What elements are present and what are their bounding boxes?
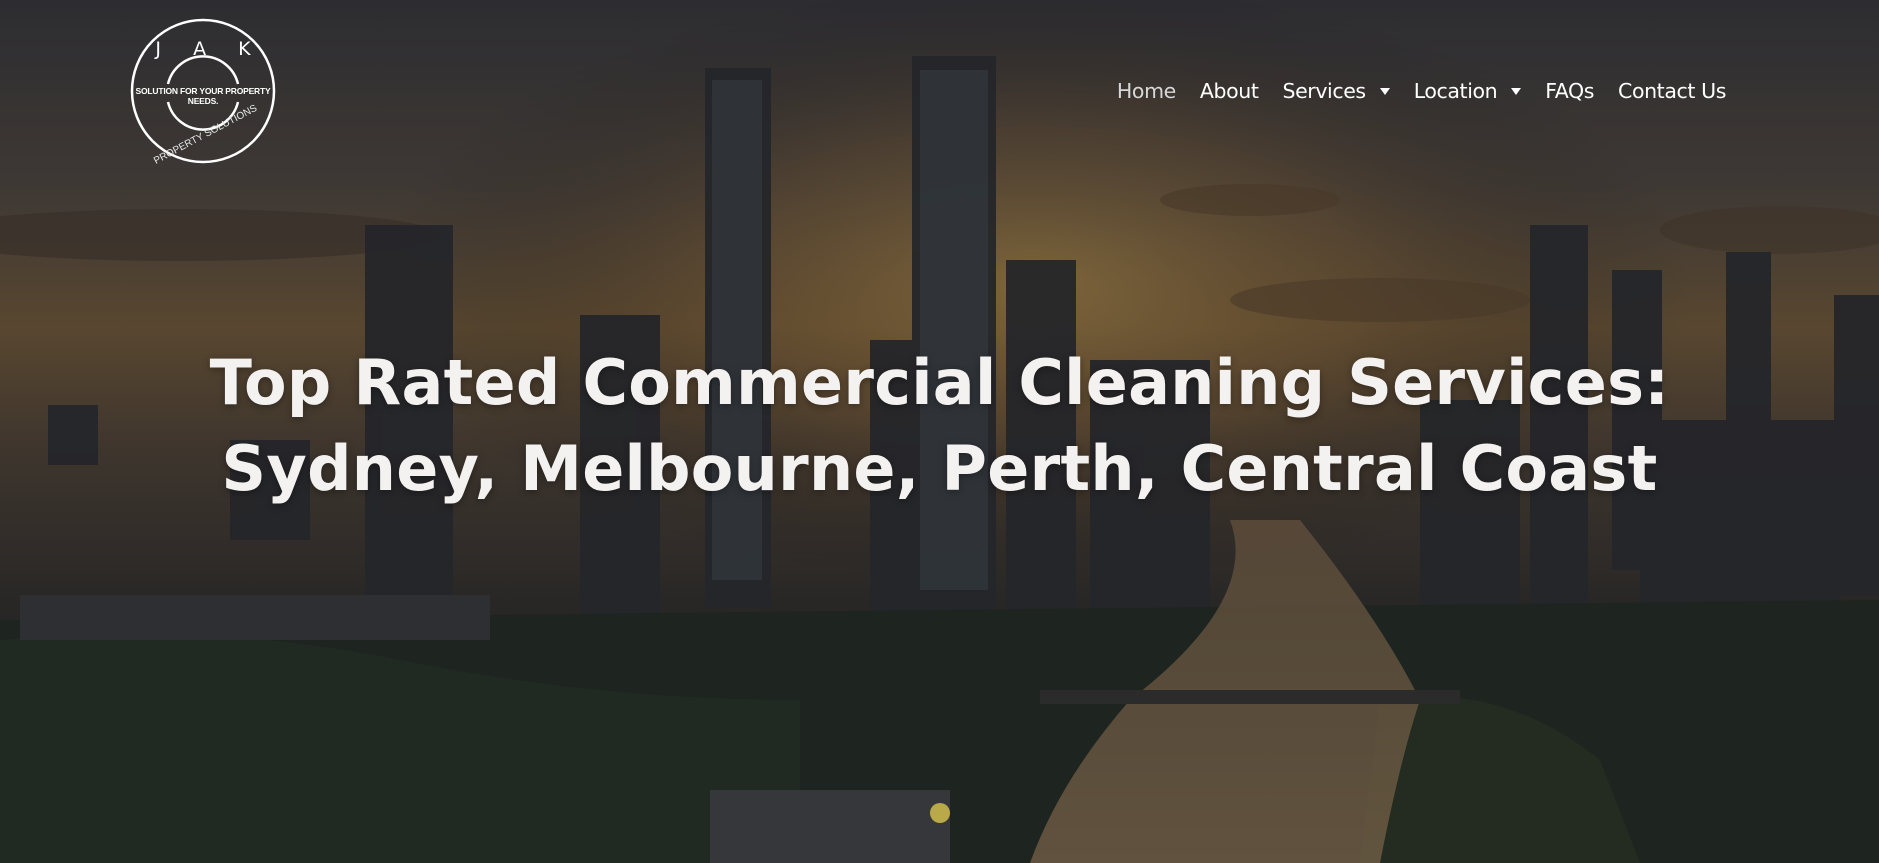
nav-item-home[interactable]: Home	[1105, 79, 1188, 103]
chevron-down-icon[interactable]	[1511, 87, 1522, 95]
nav-item-contact-us[interactable]: Contact Us	[1606, 79, 1738, 103]
nav-item-location[interactable]: Location	[1402, 79, 1534, 103]
nav-item-label: FAQs	[1545, 79, 1595, 103]
brand-logo[interactable]: J A K SOLUTION FOR YOUR PROPERTY NEEDS. …	[130, 18, 276, 167]
dot-icon[interactable]	[930, 803, 950, 823]
hero-section: J A K SOLUTION FOR YOUR PROPERTY NEEDS. …	[0, 0, 1879, 863]
nav-item-about[interactable]: About	[1188, 79, 1271, 103]
nav-item-label: Home	[1116, 79, 1176, 103]
nav-item-label: Services	[1282, 79, 1366, 103]
nav-item-label: Contact Us	[1618, 79, 1726, 103]
chevron-down-icon[interactable]	[1379, 87, 1390, 95]
logo-letters: J A K	[155, 38, 264, 60]
nav-item-label: About	[1199, 79, 1259, 103]
headline-line-1: Top Rated Commercial Cleaning Services:	[209, 346, 1670, 419]
headline-line-2: Sydney, Melbourne, Perth, Central Coast	[221, 432, 1658, 505]
nav-item-faqs[interactable]: FAQs	[1533, 79, 1606, 103]
hero-headline: Top Rated Commercial Cleaning Services: …	[0, 340, 1879, 512]
main-navigation: Home About Services Location FAQs Contac…	[1105, 76, 1738, 106]
nav-item-label: Location	[1413, 79, 1498, 103]
logo-subtitle: PROPERTY SOLUTIONS	[152, 102, 260, 167]
nav-item-services[interactable]: Services	[1270, 79, 1401, 103]
